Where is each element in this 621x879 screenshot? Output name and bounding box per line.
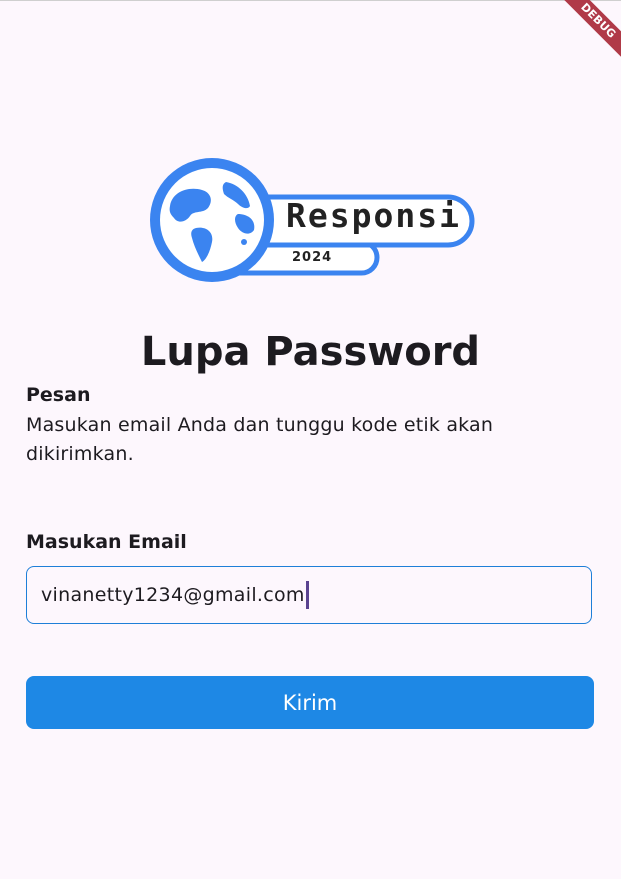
message-text: Masukan email Anda dan tunggu kode etik … (26, 414, 494, 465)
top-divider (0, 0, 621, 1)
email-input[interactable]: vinanetty1234@gmail.com (26, 566, 592, 624)
page-title: Lupa Password (140, 329, 481, 375)
debug-banner: DEBUG (551, 0, 621, 70)
email-label: Masukan Email (26, 531, 187, 553)
submit-button[interactable]: Kirim (26, 676, 594, 729)
text-cursor (305, 581, 309, 609)
logo-year: 2024 (292, 250, 333, 265)
debug-label: DEBUG (552, 0, 621, 67)
email-input-value[interactable]: vinanetty1234@gmail.com (41, 584, 305, 606)
app-logo: Responsi 2024 (144, 156, 476, 286)
message-label: Pesan (26, 384, 91, 406)
logo-wordmark: Responsi (286, 196, 461, 235)
